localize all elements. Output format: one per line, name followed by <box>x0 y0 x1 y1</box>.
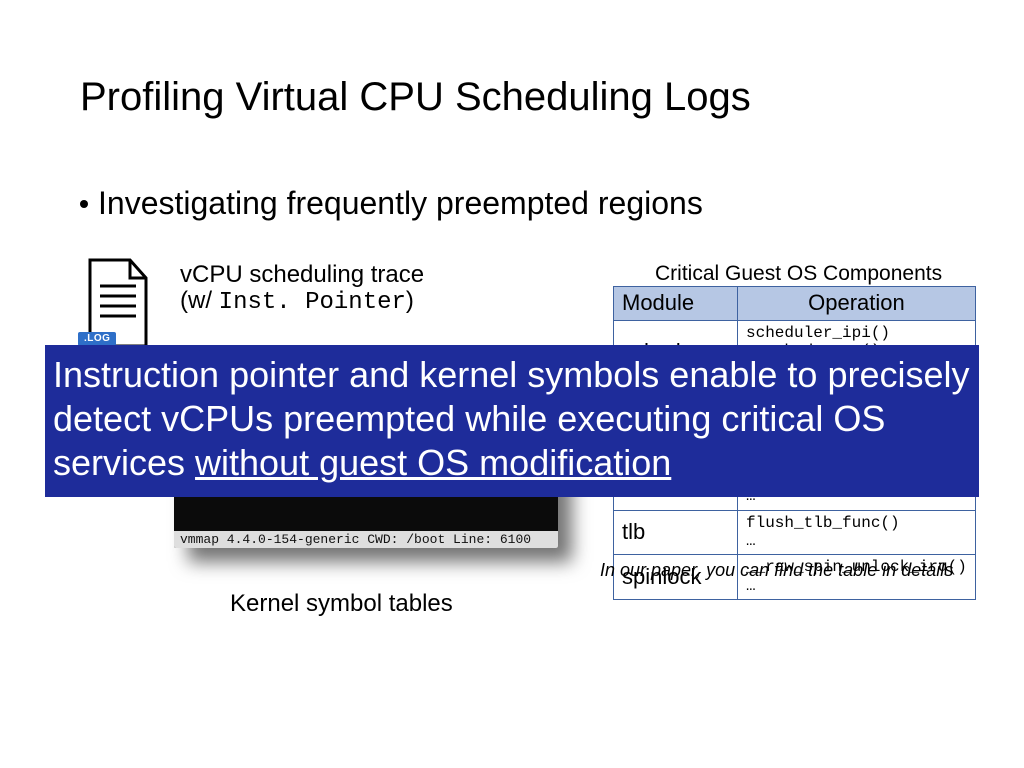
slide-title: Profiling Virtual CPU Scheduling Logs <box>80 75 751 120</box>
th-module: Module <box>614 287 738 321</box>
trace-label: vCPU scheduling trace (w/ Inst. Pointer) <box>180 262 424 317</box>
overlay-underlined-text: without guest OS modification <box>195 442 671 483</box>
trace-label-line2-suffix: ) <box>406 287 414 314</box>
log-file-icon: .LOG <box>80 258 152 350</box>
terminal-statusbar: vmmap 4.4.0-154-generic CWD: /boot Line:… <box>174 531 558 548</box>
cell-ops: flush_tlb_func()… <box>738 510 976 555</box>
bullet-dot-icon <box>80 200 88 208</box>
critical-components-title: Critical Guest OS Components <box>655 262 942 286</box>
table-row: tlb flush_tlb_func()… <box>614 510 976 555</box>
cell-module: tlb <box>614 510 738 555</box>
kernel-symbol-label: Kernel symbol tables <box>230 590 453 618</box>
bullet-text: Investigating frequently preempted regio… <box>98 185 703 222</box>
bullet-row: Investigating frequently preempted regio… <box>80 185 703 222</box>
th-operation: Operation <box>738 287 976 321</box>
table-header-row: Module Operation <box>614 287 976 321</box>
trace-label-line2-prefix: (w/ <box>180 287 219 314</box>
trace-label-line1: vCPU scheduling trace <box>180 261 424 288</box>
highlight-overlay: Instruction pointer and kernel symbols e… <box>45 345 979 497</box>
paper-note: In our paper, you can find the table in … <box>600 560 953 581</box>
log-tag-badge: .LOG <box>78 332 116 346</box>
trace-label-mono: Inst. Pointer <box>219 289 406 316</box>
